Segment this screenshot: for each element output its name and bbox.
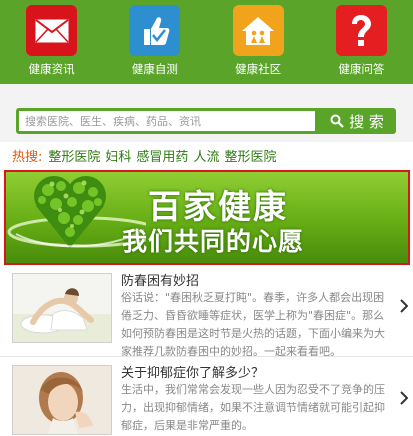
search-button[interactable]: 搜 索 [318,108,396,134]
article-title: 关于抑郁症你了解多少？ [121,366,265,381]
nav-item-community[interactable]: 健康社区 [207,0,310,84]
nav-label: 健康自测 [131,62,178,76]
nav-item-selftest[interactable]: 健康自测 [103,0,206,84]
top-nav: 健康资讯 健康自测 健康社区 健康问答 [0,0,413,84]
search-icon [330,114,344,128]
banner-subtitle: 我们共同的心愿 [122,227,305,256]
list-item[interactable]: 关于抑郁症你了解多少？ 生活中，我们常常会发现一些人因为忍受不了竞争的压力，出现… [0,359,413,436]
nav-label: 健康问答 [338,62,385,76]
banner-title: 百家健康 [148,187,288,226]
nav-item-news[interactable]: 健康资讯 [0,0,103,84]
home-icon [232,5,284,56]
hot-search-label: 热搜: [12,149,43,165]
search-section: 搜 索 [0,84,413,142]
hot-tag[interactable]: 整形医院 [48,146,100,165]
article-summary: 生活中，我们常常会发现一些人因为忍受不了竞争的压力，出现抑郁情绪，如果不注意调节… [121,383,385,432]
search-button-label: 搜 索 [349,112,384,131]
mail-icon [26,5,78,56]
hot-tag[interactable]: 感冒用药 [136,146,188,165]
hot-search-row: 热搜: 整形医院 妇科 感冒用药 人流 整形医院 [12,145,281,165]
article-title: 防春困有妙招 [121,274,200,289]
hot-tag[interactable]: 妇科 [105,146,131,165]
article-list: 防春困有妙招 俗话说："春困秋乏夏打盹"。春季，许多人都会出现困倦乏力、昏昏欲睡… [0,267,413,436]
nav-label: 健康资讯 [28,62,75,76]
search-input[interactable] [19,111,315,131]
chevron-right-icon [400,299,408,313]
chevron-right-icon [400,391,408,405]
nav-label: 健康社区 [235,62,282,76]
nav-item-qa[interactable]: 健康问答 [310,0,413,84]
search-bar: 搜 索 [16,108,396,134]
woman-stretching-thumbnail [12,273,112,343]
thumbs-up-icon [129,5,181,56]
hot-tag[interactable]: 整形医院 [224,146,276,165]
list-item[interactable]: 防春困有妙招 俗话说："春困秋乏夏打盹"。春季，许多人都会出现困倦乏力、昏昏欲睡… [0,267,413,357]
article-summary: 俗话说："春困秋乏夏打盹"。春季，许多人都会出现困倦乏力、昏昏欲睡等症状，医学上… [121,291,385,357]
sad-woman-thumbnail [12,365,112,435]
promo-banner[interactable]: 百家健康 我们共同的心愿 [4,170,410,265]
question-icon [335,5,387,56]
hot-tag[interactable]: 人流 [193,146,219,165]
